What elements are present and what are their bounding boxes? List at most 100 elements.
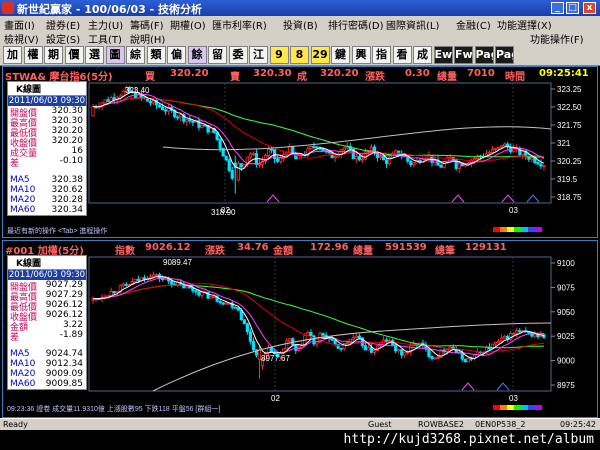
scale-strip-swatch — [535, 405, 542, 410]
scale-strip-swatch — [514, 405, 521, 410]
deal-label: 成 — [297, 72, 307, 83]
info-row-value: 320.20 — [51, 136, 84, 146]
info-title: K線圖 — [8, 82, 86, 96]
info-row-label: 差 — [10, 333, 20, 343]
candle-body — [185, 119, 189, 122]
candle-body — [309, 146, 313, 150]
info-row: 成交量 16 — [8, 146, 86, 159]
minimize-button[interactable]: _ — [551, 2, 564, 14]
scale-strip-swatch — [500, 227, 507, 232]
toolbar-button[interactable]: 類 — [146, 46, 166, 64]
candle-body — [191, 120, 195, 123]
scale-strip-swatch — [493, 227, 500, 232]
candle-body — [136, 278, 140, 282]
maximize-button[interactable]: □ — [566, 2, 579, 14]
candle-body — [354, 156, 358, 160]
toolbar-button[interactable]: 29 — [310, 46, 330, 64]
toolbar-button[interactable]: 看 — [392, 46, 412, 64]
toolbar-button[interactable]: 價 — [64, 46, 84, 64]
low-price-label: 318.90 — [211, 208, 236, 217]
toolbar-button[interactable]: 權 — [23, 46, 43, 64]
candle-body — [403, 352, 407, 356]
status-session: 0EN0P538_2 — [475, 420, 526, 429]
y-tick-label: 320.25 — [557, 157, 582, 166]
y-tick-label: 321.75 — [557, 121, 582, 130]
scale-strip-swatch — [507, 227, 514, 232]
k-line-info-box: K線圖 2011/06/03 09:30 開盤價 320.30 最高價 320.30 最… — [7, 81, 87, 216]
y-tick-label: 322.50 — [557, 103, 582, 112]
menu-bar-secondary: 檢視(V) 設定(S) 工具(T) 說明(H) 功能操作(F) — [0, 30, 600, 46]
info-row-value: 320.28 — [51, 195, 84, 205]
signal-triangle — [526, 194, 540, 203]
candle-body — [112, 291, 116, 294]
candle-body — [239, 163, 243, 168]
toolbar-button[interactable]: Page — [495, 46, 514, 64]
candle-body — [433, 357, 437, 360]
y-tick-label: 318.75 — [557, 193, 582, 202]
candle-body — [224, 302, 228, 305]
info-row: 差 -1.89 — [8, 330, 86, 343]
candle-body — [209, 127, 213, 133]
candle-body — [315, 146, 319, 149]
info-row: MA20 9009.09 — [8, 369, 86, 379]
toolbar-button[interactable]: 圖 — [105, 46, 125, 64]
toolbar-button[interactable]: 成 — [413, 46, 432, 64]
toolbar-button[interactable]: 8 — [290, 46, 309, 64]
toolbar-button[interactable]: 委 — [228, 46, 248, 64]
info-row-value: 320.30 — [51, 106, 84, 116]
candlestick-chart[interactable]: 323.25322.50321.75321320.25319.5318.7502… — [3, 67, 597, 237]
candle-body — [242, 319, 246, 325]
count-value: 129131 — [465, 242, 507, 253]
candle-body — [257, 163, 262, 166]
candle-body — [197, 291, 201, 296]
toolbar-button[interactable]: 偏 — [167, 46, 186, 64]
candle-body — [351, 337, 355, 340]
candle-body — [321, 333, 325, 336]
toolbar-button[interactable]: Page — [474, 46, 494, 64]
candlestick-chart[interactable]: 9100 9075 9050 9025 9000 8975 02 03 9089.47 8977.… — [3, 241, 597, 417]
toolbar-button[interactable]: 餘 — [187, 46, 207, 64]
volume-value: 591539 — [385, 242, 427, 253]
candle-body — [312, 335, 316, 345]
scale-strip-swatch — [500, 405, 507, 410]
candle-body — [397, 349, 401, 352]
close-button[interactable]: x — [583, 2, 596, 14]
watermark-strip: http://kujd3268.pixnet.net/album — [0, 430, 600, 450]
toolbar-button[interactable]: 江 — [249, 46, 268, 64]
candle-body — [103, 99, 107, 104]
toolbar-button[interactable]: 鍵 — [331, 46, 350, 64]
toolbar-button[interactable]: 期 — [44, 46, 63, 64]
scale-strip-swatch — [528, 227, 535, 232]
info-row: MA10 9012.34 — [8, 359, 86, 369]
candle-body — [493, 341, 498, 345]
time-value: 09:25:41 — [539, 68, 589, 79]
candle-body — [230, 170, 234, 179]
candle-body — [112, 97, 116, 101]
toolbar-button[interactable]: Fw — [454, 46, 473, 64]
chart-panel-taiex-futures: 323.25 322.50 321.75 321 320.25 319.5 318.75 02… — [2, 66, 598, 238]
x-tick-label: 02 — [271, 394, 280, 403]
window-title: 新世紀贏家 - 100/06/03 - 技術分析 — [17, 3, 203, 16]
candle-body — [503, 143, 507, 147]
info-row: 最高價 320.30 — [8, 116, 86, 129]
toolbar-button[interactable]: 留 — [208, 46, 227, 64]
title-bar: 新世紀贏家 - 100/06/03 - 技術分析 _ □ x — [0, 0, 600, 16]
info-title: K線圖 — [8, 256, 86, 270]
toolbar-button[interactable]: 指 — [372, 46, 391, 64]
info-date: 2011/06/03 09:30 — [8, 96, 86, 106]
info-row-value: 320.62 — [51, 185, 84, 195]
candle-body — [91, 106, 95, 117]
toolbar-button[interactable]: 選 — [85, 46, 104, 64]
toolbar-button[interactable]: Ew — [433, 46, 453, 64]
toolbar-button[interactable]: 興 — [351, 46, 371, 64]
toolbar-button[interactable]: 加 — [3, 46, 22, 64]
candle-body — [503, 335, 507, 339]
low-price-label: 8977.67 — [261, 354, 290, 363]
candle-body — [124, 283, 128, 286]
toolbar-button[interactable]: 9 — [269, 46, 289, 64]
info-row-value: -0.10 — [59, 156, 83, 166]
toolbar-button[interactable]: 綜 — [126, 46, 145, 64]
candle-body — [466, 357, 470, 363]
scale-strip-swatch — [521, 405, 528, 410]
status-text: Ready — [3, 420, 28, 429]
